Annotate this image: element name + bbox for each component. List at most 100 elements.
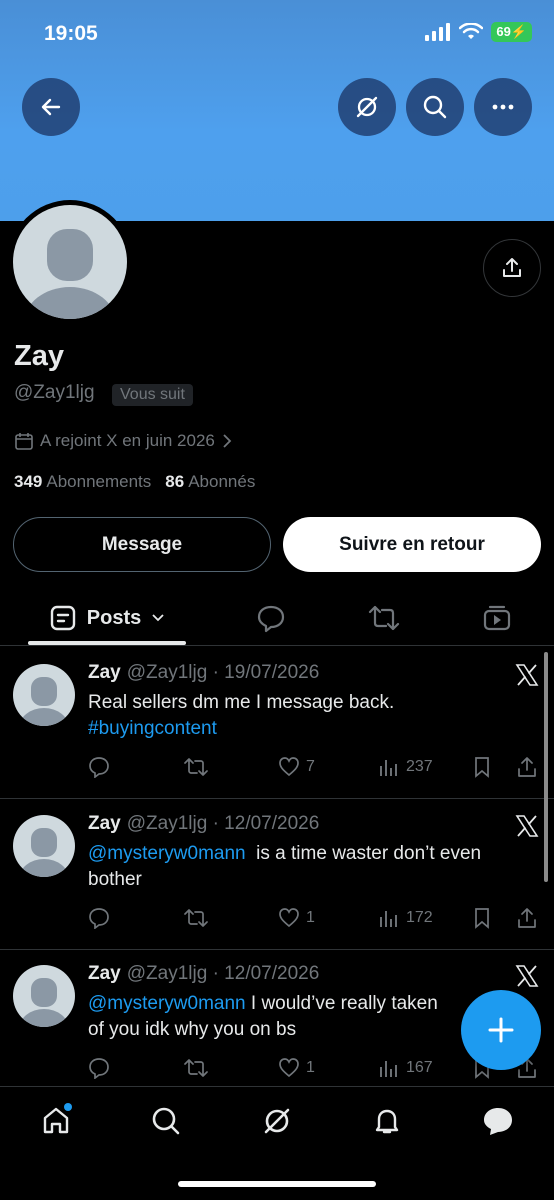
message-button[interactable]: Message: [13, 517, 271, 572]
status-time: 19:05: [44, 22, 98, 45]
reply-button[interactable]: [88, 907, 110, 929]
profile-name: Zay: [14, 340, 64, 372]
share-button[interactable]: [516, 907, 538, 929]
status-bar: 19:05 69⚡: [0, 0, 554, 70]
like-count: 1: [306, 909, 315, 926]
grok-icon: [264, 1108, 290, 1134]
repost-button[interactable]: [184, 756, 208, 778]
joined-date[interactable]: A rejoint X en juin 2026: [14, 431, 233, 451]
follows-you-badge: Vous suit: [112, 384, 193, 406]
heart-icon: [279, 757, 299, 777]
share-button[interactable]: [516, 756, 538, 778]
nav-search[interactable]: [146, 1101, 186, 1141]
like-count: 7: [306, 758, 315, 775]
bookmark-button[interactable]: [472, 756, 492, 778]
x-logo-icon: [515, 815, 539, 837]
post-header: Zay @Zay1ljg · 12/07/2026: [88, 813, 319, 835]
default-avatar-icon: [24, 229, 116, 319]
default-avatar-icon: [19, 978, 69, 1027]
compose-post-button[interactable]: [461, 990, 541, 1070]
chevron-right-icon: [223, 434, 232, 448]
scrollbar[interactable]: [544, 652, 548, 882]
joined-text: A rejoint X en juin 2026: [40, 431, 215, 450]
share-icon: [503, 258, 521, 277]
repost-icon: [184, 909, 208, 927]
reply-icon: [89, 757, 109, 778]
post-hashtag[interactable]: #buyingcontent: [88, 716, 528, 742]
follow-back-button[interactable]: Suivre en retour: [283, 517, 541, 572]
x-logo-icon: [515, 965, 539, 987]
post-body: Real sellers dm me I message back.: [88, 692, 395, 713]
post-mention[interactable]: @mysteryw0mann: [88, 843, 246, 864]
tab-posts[interactable]: Posts: [28, 590, 186, 646]
profile-avatar[interactable]: [8, 200, 132, 324]
views-icon: [380, 760, 397, 776]
notification-dot: [64, 1103, 72, 1111]
posts-icon: [50, 605, 75, 631]
reply-icon: [257, 605, 285, 633]
post-mention[interactable]: @mysteryw0mann: [88, 993, 246, 1014]
followers-count: 86: [165, 472, 185, 491]
post-actions: 1 167: [88, 1057, 540, 1081]
post-avatar[interactable]: [13, 664, 75, 726]
bookmark-icon: [475, 908, 489, 929]
battery-level: 69: [496, 24, 511, 39]
post-date: · 19/07/2026: [212, 662, 320, 683]
post-author-name: Zay: [88, 662, 121, 683]
search-button[interactable]: [406, 78, 464, 136]
repost-button[interactable]: [184, 1057, 208, 1079]
messages-icon: [484, 1108, 512, 1135]
profile-handle: @Zay1ljg: [14, 382, 95, 403]
post-item[interactable]: Zay @Zay1ljg · 12/07/2026 @mysteryw0mann …: [0, 799, 554, 950]
tab-posts-label: Posts: [86, 606, 142, 629]
nav-grok[interactable]: [257, 1101, 297, 1141]
status-icons: 69⚡: [425, 22, 532, 42]
views-button[interactable]: 172: [378, 907, 433, 929]
views-button[interactable]: 167: [378, 1057, 433, 1079]
more-button[interactable]: [474, 78, 532, 136]
tab-reposts[interactable]: [359, 590, 409, 646]
like-button[interactable]: 1: [278, 907, 315, 929]
share-profile-button[interactable]: [483, 239, 541, 297]
reply-icon: [89, 1058, 109, 1079]
post-avatar[interactable]: [13, 815, 75, 877]
following-link[interactable]: 349 Abonnements: [14, 472, 151, 492]
calendar-icon: [15, 433, 33, 450]
nav-messages[interactable]: [478, 1101, 518, 1141]
tab-replies[interactable]: [246, 590, 296, 646]
share-icon: [518, 908, 536, 928]
repost-button[interactable]: [184, 907, 208, 929]
views-icon: [380, 1061, 397, 1077]
back-button[interactable]: [22, 78, 80, 136]
following-count: 349: [14, 472, 43, 491]
view-count: 167: [406, 1059, 433, 1076]
wifi-icon: [459, 23, 484, 39]
nav-notifications[interactable]: [367, 1101, 407, 1141]
bell-icon: [375, 1109, 399, 1134]
share-icon: [518, 757, 536, 777]
tab-media[interactable]: [472, 590, 522, 646]
reply-button[interactable]: [88, 1057, 110, 1079]
reply-icon: [89, 908, 109, 929]
repost-icon: [184, 758, 208, 776]
grok-button[interactable]: [338, 78, 396, 136]
repost-icon: [184, 1059, 208, 1077]
repost-icon: [368, 605, 400, 631]
bookmark-button[interactable]: [472, 907, 492, 929]
heart-icon: [279, 908, 299, 928]
post-author-handle: @Zay1ljg: [126, 662, 208, 683]
like-button[interactable]: 1: [278, 1057, 315, 1079]
like-button[interactable]: 7: [278, 756, 315, 778]
default-avatar-icon: [19, 677, 69, 726]
x-logo-icon: [515, 664, 539, 686]
view-count: 237: [406, 758, 433, 775]
views-button[interactable]: 237: [378, 756, 433, 778]
post-header: Zay @Zay1ljg · 12/07/2026: [88, 963, 319, 985]
post-item[interactable]: Zay @Zay1ljg · 19/07/2026 Real sellers dm…: [0, 648, 554, 799]
reply-button[interactable]: [88, 756, 110, 778]
post-avatar[interactable]: [13, 965, 75, 1027]
video-icon: [483, 605, 511, 631]
followers-link[interactable]: 86 Abonnés: [165, 472, 255, 492]
nav-home[interactable]: [36, 1101, 76, 1141]
view-count: 172: [406, 909, 433, 926]
